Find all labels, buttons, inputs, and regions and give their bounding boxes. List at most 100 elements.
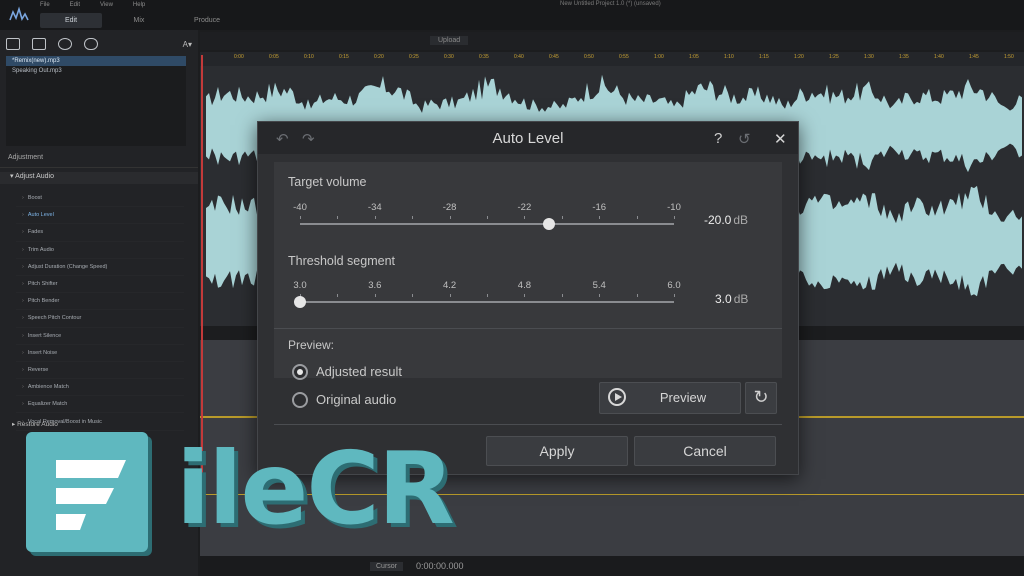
- library-toolbar: A▾: [6, 36, 192, 52]
- target-volume-value: -20.0: [704, 213, 732, 227]
- close-icon[interactable]: ✕: [774, 130, 787, 148]
- slider-tick: [524, 216, 526, 219]
- adjustment-item[interactable]: Trim Audio: [16, 242, 184, 259]
- library-item[interactable]: *Remix(new).mp3: [6, 56, 186, 66]
- adjusted-result-radio[interactable]: [292, 364, 308, 380]
- adjustment-item[interactable]: Boost: [16, 190, 184, 208]
- cloud-icon[interactable]: [84, 38, 98, 50]
- apply-button[interactable]: Apply: [486, 436, 628, 466]
- upload-button[interactable]: Upload: [430, 36, 469, 45]
- target-volume-slider[interactable]: -40 -34 -28 -22 -16 -10: [293, 202, 681, 232]
- play-icon: [608, 388, 626, 406]
- slider-tick: [636, 294, 638, 297]
- record-icon[interactable]: [32, 38, 46, 50]
- adjustment-header: Adjustment: [0, 154, 198, 168]
- tick-label: -16: [592, 202, 607, 213]
- app-logo: [9, 6, 29, 21]
- slider-track[interactable]: [300, 223, 674, 225]
- import-media-icon[interactable]: [6, 38, 20, 50]
- slider-tick: [449, 216, 451, 219]
- slider-tick: [412, 294, 414, 297]
- menu-edit[interactable]: Edit: [70, 2, 80, 12]
- threshold-segment-slider[interactable]: 3.0 3.6 4.2 4.8 5.4 6.0: [293, 280, 681, 310]
- preview-label: Preview:: [288, 338, 335, 352]
- adjustment-item[interactable]: Reverse: [16, 362, 184, 380]
- slider-tick: [674, 216, 675, 219]
- cursor-chip[interactable]: Cursor: [370, 562, 404, 571]
- time-display: 0:00:00.000: [416, 561, 464, 571]
- adjustment-item[interactable]: Ambience Match: [16, 379, 184, 397]
- adjustment-item[interactable]: Insert Noise: [16, 345, 184, 362]
- ruler-label: 1:35: [899, 54, 909, 60]
- sort-icon[interactable]: A▾: [183, 40, 192, 49]
- slider-tick: [599, 294, 601, 297]
- ruler-label: 0:00: [234, 54, 244, 60]
- watermark-text: ileCR: [176, 430, 455, 547]
- cancel-button[interactable]: Cancel: [634, 436, 776, 466]
- ruler-label: 0:10: [304, 54, 314, 60]
- slider-tick: [337, 216, 339, 219]
- ruler-label: 0:35: [479, 54, 489, 60]
- slider-tick: [674, 294, 675, 297]
- adjustment-item[interactable]: Speech Pitch Contour: [16, 310, 184, 328]
- threshold-segment-unit: dB: [733, 292, 749, 306]
- plugin-icon[interactable]: [58, 38, 72, 50]
- restore-audio-group[interactable]: ▸ Restore Audio: [6, 418, 192, 430]
- slider-tick: [449, 294, 451, 297]
- replay-button[interactable]: ↻: [745, 382, 777, 414]
- ruler-label: 1:20: [794, 54, 804, 60]
- slider-knob[interactable]: [543, 218, 556, 230]
- tick-label: 3.6: [368, 280, 382, 291]
- slider-tick: [561, 216, 563, 219]
- adjustment-item[interactable]: Pitch Shifter: [16, 276, 184, 294]
- slider-tick: [636, 216, 638, 219]
- ruler-label: 1:40: [934, 54, 944, 60]
- ruler-label: 0:20: [374, 54, 384, 60]
- adjust-audio-group[interactable]: ▾ Adjust Audio: [0, 172, 198, 184]
- adjustment-item[interactable]: Auto Level: [16, 207, 184, 225]
- library-item[interactable]: Speaking Out.mp3: [6, 66, 186, 76]
- ruler-label: 1:30: [864, 54, 874, 60]
- slider-knob[interactable]: [294, 296, 306, 308]
- tick-label: -10: [667, 202, 681, 213]
- dialog-content: Target volume -40 -34 -28 -22 -16 -10 -20.0 dB…: [274, 162, 782, 408]
- ruler-label: 0:15: [339, 54, 349, 60]
- adjustment-item[interactable]: Pitch Bender: [16, 293, 184, 311]
- adjustment-item[interactable]: Insert Silence: [16, 328, 184, 345]
- tab-mix[interactable]: Mix: [108, 13, 170, 28]
- preview-button[interactable]: Preview: [599, 382, 741, 414]
- adjustment-item[interactable]: Fades: [16, 224, 184, 242]
- menu-file[interactable]: File: [40, 2, 50, 12]
- slider-tick: [300, 216, 301, 219]
- footer-divider: [274, 424, 782, 425]
- original-audio-label[interactable]: Original audio: [316, 392, 396, 407]
- tick-label: 3.0: [293, 280, 307, 291]
- help-icon[interactable]: ?: [714, 130, 722, 147]
- menu-help[interactable]: Help: [133, 2, 145, 12]
- slider-tick: [487, 216, 488, 219]
- tab-produce[interactable]: Produce: [176, 13, 238, 28]
- adjustment-item[interactable]: Equalizer Match: [16, 396, 184, 414]
- adjustment-item[interactable]: Adjust Duration (Change Speed): [16, 259, 184, 276]
- threshold-segment-label: Threshold segment: [288, 254, 396, 268]
- ruler-label: 0:30: [444, 54, 454, 60]
- adjustment-list: BoostAuto LevelFadesTrim AudioAdjust Dur…: [16, 190, 184, 431]
- ruler-label: 1:00: [654, 54, 664, 60]
- slider-tick: [561, 294, 563, 297]
- tick-label: -22: [517, 202, 532, 213]
- reset-icon[interactable]: ↺: [738, 130, 751, 148]
- ruler-label: 0:40: [514, 54, 524, 60]
- editor-toolbar: Upload: [200, 32, 1024, 50]
- tab-edit[interactable]: Edit: [40, 13, 102, 28]
- section-divider: [274, 328, 782, 329]
- slider-track[interactable]: [300, 301, 674, 303]
- watermark: ileCR: [26, 430, 506, 560]
- adjust-audio-label: Adjust Audio: [15, 173, 54, 180]
- auto-level-dialog: ↶ ↷ Auto Level ? ↺ ✕ Target volume -40 -3…: [257, 121, 799, 475]
- adjusted-result-label[interactable]: Adjusted result: [316, 364, 402, 379]
- ruler-label: 1:15: [759, 54, 769, 60]
- original-audio-radio[interactable]: [292, 392, 308, 408]
- menu-view[interactable]: View: [100, 2, 113, 12]
- target-volume-readout: -20.0 dB: [704, 213, 748, 227]
- tick-label: 4.2: [442, 280, 457, 291]
